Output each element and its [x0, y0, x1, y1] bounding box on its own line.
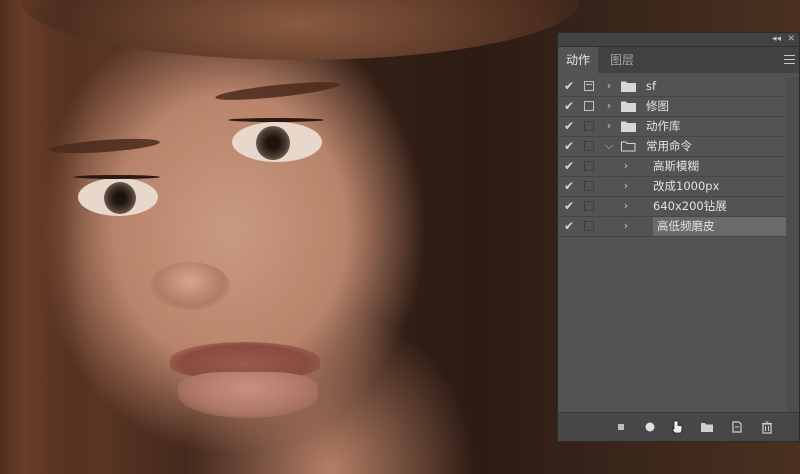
action-label: 常用命令 — [646, 139, 692, 153]
dialog-toggle-icon[interactable] — [584, 221, 594, 231]
chevron-right-icon[interactable]: › — [604, 79, 614, 93]
scrollbar-track[interactable] — [786, 77, 799, 413]
right-eyelash — [228, 118, 324, 122]
action-row[interactable]: ✔ › 高斯模糊 — [558, 157, 787, 177]
record-icon[interactable] — [643, 420, 657, 434]
new-page-icon[interactable] — [730, 420, 744, 434]
action-label: 高低频磨皮 — [653, 217, 787, 236]
action-row[interactable]: ✔ › 动作库 — [558, 117, 787, 137]
action-row[interactable]: ✔ › 高低频磨皮 — [558, 217, 787, 237]
action-label: 改成1000px — [653, 179, 720, 193]
tab-bar: 动作 图层 — [558, 47, 799, 73]
checkmark-icon[interactable]: ✔ — [564, 220, 576, 232]
checkmark-icon[interactable]: ✔ — [564, 80, 576, 92]
close-icon[interactable]: ✕ — [787, 33, 795, 46]
action-label: sf — [646, 79, 657, 93]
folder-icon — [621, 101, 636, 112]
tab-layers[interactable]: 图层 — [602, 47, 642, 73]
tab-actions[interactable]: 动作 — [558, 47, 599, 73]
action-row[interactable]: ✔ › 改成1000px — [558, 177, 787, 197]
left-eye — [78, 178, 158, 216]
chevron-right-icon[interactable]: › — [604, 119, 614, 133]
lower-lip — [178, 372, 318, 418]
dialog-toggle-icon[interactable] — [584, 81, 594, 91]
checkmark-icon[interactable]: ✔ — [564, 200, 576, 212]
folder-icon — [621, 121, 636, 132]
action-row[interactable]: ✔ › 修图 — [558, 97, 787, 117]
chevron-right-icon[interactable]: › — [621, 159, 631, 173]
open-folder-icon — [621, 141, 636, 152]
dialog-toggle-icon[interactable] — [584, 121, 594, 131]
action-label: 高斯模糊 — [653, 159, 699, 173]
dialog-toggle-icon[interactable] — [584, 181, 594, 191]
chevron-right-icon[interactable]: › — [621, 199, 631, 213]
action-label: 动作库 — [646, 119, 681, 133]
checkmark-icon[interactable]: ✔ — [564, 100, 576, 112]
dialog-toggle-icon[interactable] — [584, 201, 594, 211]
hair-top — [20, 0, 580, 60]
nose — [150, 262, 230, 310]
checkmark-icon[interactable]: ✔ — [564, 160, 576, 172]
chevron-right-icon[interactable]: › — [621, 219, 631, 233]
right-eye — [232, 122, 322, 162]
panel-footer — [558, 412, 799, 441]
dialog-toggle-icon[interactable] — [584, 101, 594, 111]
chevron-down-icon[interactable]: ⌵ — [604, 139, 614, 153]
action-label: 640x200钻展 — [653, 199, 727, 213]
checkmark-icon[interactable]: ✔ — [564, 180, 576, 192]
action-row[interactable]: ✔ ⌵ 常用命令 — [558, 137, 787, 157]
dialog-toggle-icon[interactable] — [584, 141, 594, 151]
actions-panel: ◂◂ ✕ 动作 图层 ✔ › sf ✔ › 修图 ✔ › 动作库 ✔ ⌵ 常用命令 ✔ › 高斯模糊 ✔ › 改成… — [557, 32, 800, 442]
play-icon[interactable] — [670, 420, 684, 434]
checkmark-icon[interactable]: ✔ — [564, 140, 576, 152]
right-eyebrow — [214, 78, 341, 104]
hair-left — [0, 0, 80, 474]
folder-icon[interactable] — [700, 420, 714, 434]
action-row[interactable]: ✔ › 640x200钻展 — [558, 197, 787, 217]
panel-titlebar[interactable]: ◂◂ ✕ — [558, 33, 799, 47]
panel-menu-icon[interactable] — [784, 55, 795, 64]
action-row[interactable]: ✔ › sf — [558, 77, 787, 97]
actions-list: ✔ › sf ✔ › 修图 ✔ › 动作库 ✔ ⌵ 常用命令 ✔ › 高斯模糊 ✔ › 改成1000px ✔ › 640… — [558, 77, 787, 237]
trash-icon[interactable] — [760, 420, 774, 434]
chevron-right-icon[interactable]: › — [621, 179, 631, 193]
folder-icon — [621, 81, 636, 92]
action-label: 修图 — [646, 99, 669, 113]
checkmark-icon[interactable]: ✔ — [564, 120, 576, 132]
chevron-right-icon[interactable]: › — [604, 99, 614, 113]
collapse-icon[interactable]: ◂◂ — [772, 33, 781, 46]
stop-icon[interactable] — [614, 420, 628, 434]
dialog-toggle-icon[interactable] — [584, 161, 594, 171]
left-eyelash — [74, 175, 160, 179]
